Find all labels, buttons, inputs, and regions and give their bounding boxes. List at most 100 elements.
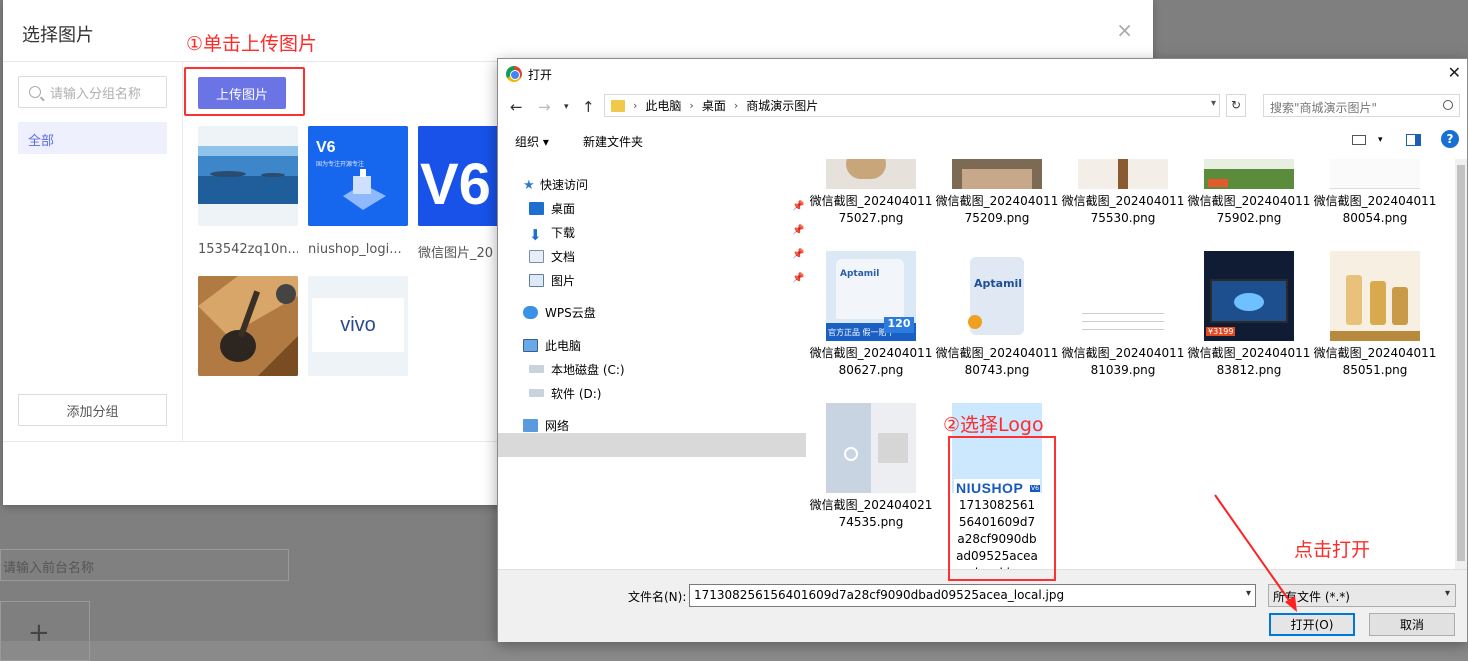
preview-pane-icon[interactable]	[1406, 134, 1421, 146]
chevron-down-icon[interactable]: ▾	[1211, 98, 1216, 109]
folder-icon	[611, 99, 625, 112]
file-name: 微信截图_20240401175027.png	[809, 194, 933, 225]
breadcrumb-item[interactable]: 商城演示图片	[746, 97, 818, 114]
file-name: 微信截图_20240401180054.png	[1313, 194, 1437, 225]
file-item[interactable]: Aptamil 官方正品 假一赔十 120 微信截图_2024040118062…	[808, 251, 934, 401]
desktop-icon	[529, 201, 544, 215]
v6-image: V6	[418, 126, 500, 226]
forward-arrow-icon[interactable]: →	[538, 98, 551, 116]
chevron-right-icon: ›	[733, 99, 739, 112]
pin-icon[interactable]: 📌	[792, 273, 804, 284]
computer-icon	[523, 338, 538, 352]
help-icon[interactable]: ?	[1441, 130, 1459, 148]
v6-text: V6	[420, 152, 491, 217]
nav-desktop[interactable]: 桌面	[529, 197, 829, 219]
nav-documents[interactable]: 文档	[529, 245, 829, 267]
group-search-input[interactable]: 请输入分组名称	[18, 76, 167, 108]
pin-icon[interactable]: 📌	[792, 249, 804, 260]
nav-drive-c[interactable]: 本地磁盘 (C:)	[529, 358, 829, 380]
filename-input[interactable]: 171308256156401609d7a28cf9090dbad09525ac…	[689, 584, 1256, 607]
pictures-icon	[529, 273, 544, 287]
file-thumbnail	[1078, 159, 1168, 189]
step2-annotation: ②选择Logo	[943, 414, 1044, 436]
file-item[interactable]: 微信截图_20240401180054.png	[1312, 159, 1438, 239]
cancel-button[interactable]: 取消	[1369, 613, 1455, 636]
scrollbar[interactable]	[1455, 159, 1467, 569]
nav-downloads[interactable]: ⬇ 下载	[529, 221, 829, 244]
plus-icon: +	[28, 618, 50, 648]
chevron-right-icon: ›	[633, 99, 638, 112]
step3-annotation: 点击打开	[1294, 539, 1371, 561]
nav-drive-d[interactable]: 软件 (D:)	[529, 382, 829, 404]
chevron-down-icon[interactable]: ▾	[1378, 135, 1383, 145]
file-name: 微信截图_20240401175530.png	[1061, 194, 1185, 225]
close-icon[interactable]: ✕	[1448, 63, 1461, 82]
breadcrumb-item[interactable]: 桌面	[702, 97, 726, 114]
view-icon[interactable]	[1352, 135, 1366, 145]
ukulele-image	[198, 276, 298, 376]
chevron-down-icon[interactable]: ▾	[564, 102, 569, 112]
address-bar[interactable]: › 此电脑 › 桌面 › 商城演示图片 ▾	[604, 94, 1220, 117]
breadcrumb-item[interactable]: 此电脑	[645, 97, 681, 114]
file-thumbnail: ¥3199	[1204, 251, 1294, 341]
nav-network[interactable]: 网络	[523, 414, 823, 436]
search-icon	[1443, 100, 1453, 110]
refresh-icon[interactable]: ↻	[1226, 94, 1246, 117]
up-arrow-icon[interactable]: ↑	[582, 98, 595, 116]
nav-this-pc[interactable]: 此电脑	[523, 334, 823, 356]
image-thumb[interactable]	[198, 126, 298, 226]
file-thumbnail	[1204, 159, 1294, 189]
close-icon[interactable]: ×	[1116, 18, 1133, 42]
image-thumb[interactable]: V6	[418, 126, 500, 226]
file-name: 微信截图_20240401180743.png	[935, 346, 1059, 377]
new-folder-button[interactable]: 新建文件夹	[583, 133, 643, 150]
niushop-banner-sub: 国为专注开源专注	[316, 160, 364, 168]
file-thumbnail	[826, 403, 916, 493]
dialog-title: 打开	[528, 68, 553, 82]
folder-search-input[interactable]: 搜索"商城演示图片"	[1263, 94, 1460, 117]
nav-quick-access[interactable]: ★ 快速访问	[523, 173, 823, 195]
group-item-all[interactable]: 全部	[18, 122, 167, 154]
scrollbar-thumb[interactable]	[1457, 165, 1465, 561]
niushop-banner-image: V6 国为专注开源专注	[308, 126, 408, 226]
image-thumb[interactable]: vivo	[308, 276, 408, 376]
step1-annotation: ①单击上传图片	[186, 33, 318, 55]
back-arrow-icon[interactable]: ←	[510, 98, 523, 116]
organize-button[interactable]: 组织 ▾	[515, 133, 549, 150]
chevron-down-icon: ▾	[1444, 588, 1450, 599]
image-thumb[interactable]	[198, 276, 298, 376]
logo-highlight-box	[948, 436, 1056, 581]
file-item[interactable]: 微信截图_20240401181039.png	[1060, 251, 1186, 401]
network-icon	[523, 418, 538, 432]
upload-highlight-box	[184, 67, 305, 116]
search-icon	[29, 86, 41, 98]
filename-label: 文件名(N):	[628, 590, 687, 604]
file-item[interactable]: 微信截图_20240401175027.png	[808, 159, 934, 239]
file-name: 微信截图_20240401180627.png	[809, 346, 933, 377]
nav-label: WPS云盘	[545, 305, 596, 320]
nav-label: 桌面	[551, 201, 576, 216]
file-item[interactable]: Aptamil 微信截图_20240401180743.png	[934, 251, 1060, 401]
download-icon: ⬇	[529, 225, 542, 244]
image-name: 153542zq10n...	[198, 242, 298, 257]
file-name: 微信截图_20240401175902.png	[1187, 194, 1311, 225]
group-search-placeholder: 请输入分组名称	[50, 86, 142, 102]
search-placeholder: 搜索"商城演示图片"	[1270, 101, 1378, 115]
chevron-right-icon: ›	[689, 99, 694, 112]
file-item[interactable]: 微信截图_20240401175209.png	[934, 159, 1060, 239]
open-button[interactable]: 打开(O)	[1269, 613, 1355, 636]
nav-label: 本地磁盘 (C:)	[551, 362, 625, 377]
file-item[interactable]: 微信截图_20240401185051.png	[1312, 251, 1438, 401]
file-name: 微信截图_20240401175209.png	[935, 194, 1059, 225]
file-item[interactable]: 微信截图_20240401175902.png	[1186, 159, 1312, 239]
add-group-button[interactable]: 添加分组	[18, 394, 167, 426]
pin-icon[interactable]: 📌	[792, 225, 804, 236]
file-item[interactable]: ¥3199 微信截图_20240401183812.png	[1186, 251, 1312, 401]
file-item[interactable]: 微信截图_20240402174535.png	[808, 403, 934, 553]
nav-pictures[interactable]: 图片	[529, 269, 829, 291]
front-name-input[interactable]: 请输入前台名称	[0, 549, 289, 581]
nav-wps-cloud[interactable]: WPS云盘	[523, 301, 823, 323]
file-item[interactable]: 微信截图_20240401175530.png	[1060, 159, 1186, 239]
image-thumb[interactable]: V6 国为专注开源专注	[308, 126, 408, 226]
pin-icon[interactable]: 📌	[792, 201, 804, 212]
